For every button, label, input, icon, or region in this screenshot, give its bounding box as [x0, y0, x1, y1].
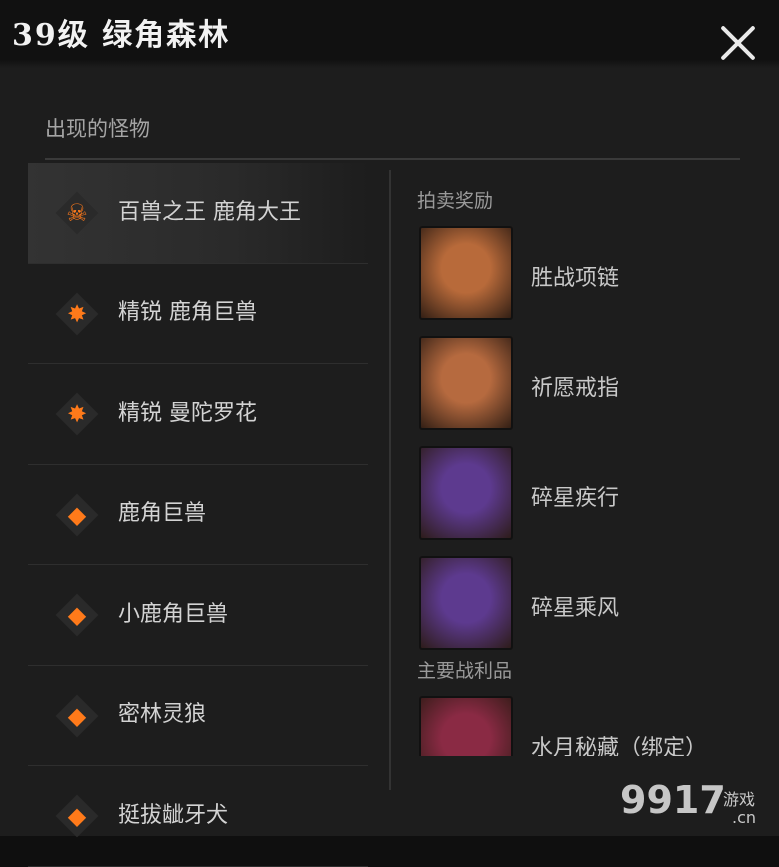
reward-item[interactable]: 祈愿戒指: [417, 336, 757, 436]
normal-diamond-icon: ◆: [55, 593, 99, 637]
reward-name: 水月秘藏（绑定）: [531, 736, 708, 756]
reward-column: 拍卖奖励 胜战项链祈愿戒指碎星疾行碎星乘风 主要战利品 水月秘藏（绑定）: [417, 186, 757, 756]
watermark-number: 9917: [620, 778, 726, 822]
normal-diamond-icon: ◆: [55, 694, 99, 737]
reward-item[interactable]: 碎星疾行: [417, 446, 757, 546]
watermark-domain: .cn: [732, 808, 757, 827]
monster-name: 百兽之王 鹿角大王: [118, 199, 301, 225]
ring-icon: [419, 336, 513, 430]
starfall-dash-icon: [419, 446, 513, 540]
close-icon[interactable]: [716, 22, 760, 66]
loot-panel: 39级 绿角森林 出现的怪物 ☠ 百兽之王 鹿角大王 ✸ 精锐 鹿角巨兽 ✸ 精锐 曼陀罗…: [0, 0, 779, 867]
loot-item-list: 水月秘藏（绑定）: [417, 686, 757, 756]
reward-item[interactable]: 碎星乘风: [417, 556, 757, 656]
monster-name: 鹿角巨兽: [118, 501, 207, 527]
elite-burst-icon: ✸: [55, 392, 99, 436]
monsters-section-title: 出现的怪物: [45, 117, 150, 141]
auction-rewards-title: 拍卖奖励: [417, 190, 494, 212]
monster-row[interactable]: ◆ 挺拔龇牙犬: [28, 766, 368, 867]
normal-diamond-icon: ◆: [55, 493, 99, 536]
monster-row[interactable]: ✸ 精锐 曼陀罗花: [28, 364, 368, 465]
monster-row[interactable]: ✸ 精锐 鹿角巨兽: [28, 264, 368, 364]
monster-row[interactable]: ◆ 鹿角巨兽: [28, 465, 368, 565]
starfall-wind-icon: [419, 556, 513, 650]
necklace-icon: [419, 226, 513, 320]
reward-name: 祈愿戒指: [531, 376, 620, 401]
monster-list: ☠ 百兽之王 鹿角大王 ✸ 精锐 鹿角巨兽 ✸ 精锐 曼陀罗花 ◆ 鹿角巨兽 ◆ 小鹿角巨兽 ◆ 密林…: [28, 163, 368, 867]
monster-name: 小鹿角巨兽: [118, 601, 229, 627]
reward-name: 胜战项链: [531, 266, 620, 291]
column-divider: [389, 170, 391, 790]
divider: [45, 158, 740, 160]
watermark-text: 游戏: [723, 790, 756, 809]
monster-row[interactable]: ☠ 百兽之王 鹿角大王: [28, 163, 368, 264]
reward-item[interactable]: 水月秘藏（绑定）: [417, 696, 757, 756]
main-loot-title: 主要战利品: [417, 660, 513, 682]
boss-skull-icon: ☠: [55, 191, 99, 235]
monster-name: 密林灵狼: [118, 702, 207, 728]
auction-item-list: 胜战项链祈愿戒指碎星疾行碎星乘风: [417, 226, 757, 656]
reward-name: 碎星疾行: [531, 486, 620, 511]
treasure-chest-icon: [419, 696, 513, 756]
reward-name: 碎星乘风: [531, 596, 620, 621]
monster-name: 精锐 曼陀罗花: [118, 400, 257, 426]
monster-name: 挺拔龇牙犬: [118, 802, 229, 828]
reward-item[interactable]: 胜战项链: [417, 226, 757, 326]
normal-diamond-icon: ◆: [55, 794, 99, 838]
zone-title: 39级 绿角森林: [12, 18, 231, 53]
monster-row[interactable]: ◆ 小鹿角巨兽: [28, 565, 368, 666]
elite-burst-icon: ✸: [55, 292, 99, 335]
monster-name: 精锐 鹿角巨兽: [118, 300, 257, 326]
monster-row[interactable]: ◆ 密林灵狼: [28, 666, 368, 766]
